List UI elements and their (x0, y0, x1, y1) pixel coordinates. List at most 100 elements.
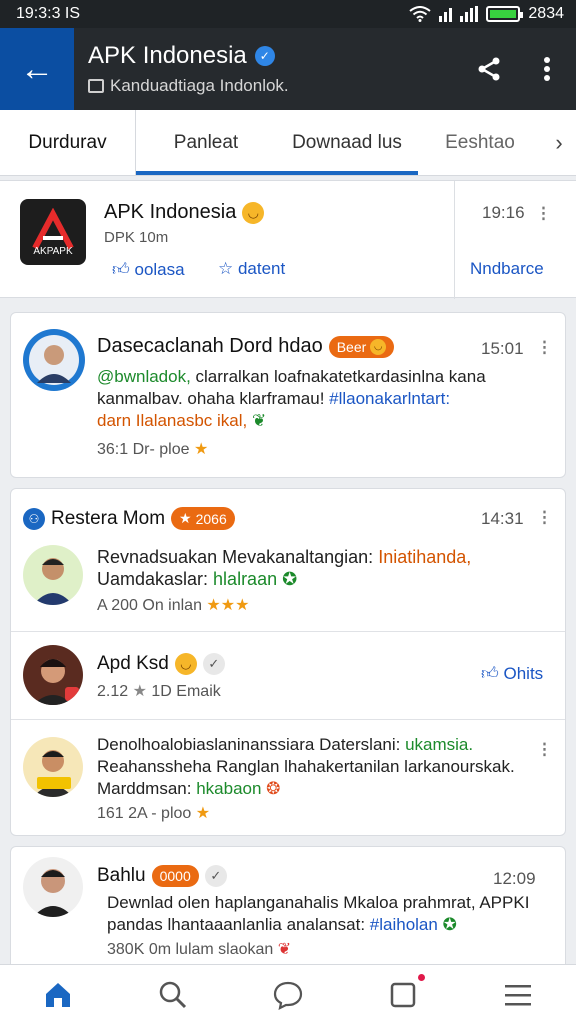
more-icon[interactable]: ⁝ (541, 739, 548, 761)
like-button[interactable]: 👍︎ Ohits (481, 663, 543, 684)
star-icon: ★ (193, 441, 209, 458)
card-divider (454, 181, 455, 299)
avatar[interactable] (23, 329, 85, 391)
page-subtitle: Kanduadtiaga Indonlok. (110, 76, 289, 95)
emoji-icon: ◡ (370, 338, 387, 355)
post-meta: 2.12 (97, 683, 129, 700)
status-time: 19:3:3 IS (16, 5, 81, 22)
group-icon (88, 79, 104, 93)
highlight-text: Iniatihanda, (378, 547, 472, 567)
tab-2[interactable]: Panleat (136, 110, 276, 175)
bottom-nav (0, 964, 576, 1024)
nav-menu[interactable] (488, 970, 548, 1020)
tab-3[interactable]: Downaad lus (276, 110, 418, 175)
signal-icon (439, 6, 453, 22)
nav-home[interactable] (28, 970, 88, 1020)
post-text: pandas lhantaaanlanlia analansat: (107, 915, 370, 934)
post-text: kanmalbav. ohaha klarframau! (97, 389, 330, 408)
post-meta: 161 2A - ploo (97, 805, 192, 822)
smile-emoji-icon: ◡ (242, 201, 265, 224)
avatar[interactable] (23, 737, 83, 797)
more-icon[interactable]: ⁝ (541, 337, 548, 359)
more-icon[interactable]: ⁝ (541, 507, 548, 529)
app-card-time: 19:16 (482, 203, 525, 222)
more-vert-icon (544, 57, 550, 81)
hashtag-link[interactable]: #llaonakarlntart: (329, 389, 450, 408)
star-outline-icon: ☆ (218, 259, 238, 278)
fire-icon: ❂ (266, 779, 281, 798)
post-text: Revnadsuakan Mevakanaltangian: (97, 547, 379, 567)
hashtag-link[interactable]: #laiholan (370, 915, 438, 934)
post-card-2[interactable]: Bahlu 0000 ✓ 12:09 Dewnlad olen haplangana… (10, 846, 566, 964)
share-button[interactable] (460, 28, 518, 110)
rate-button[interactable]: ☆ datent (218, 259, 285, 279)
divider (11, 631, 565, 632)
post-text: Dewnlad olen haplanganahalis Mkaloa prah… (107, 893, 530, 912)
app-card[interactable]: AKPAPK APK Indonesia ◡ DPK 10m 👍︎ oolasa … (0, 180, 576, 299)
highlight-text[interactable]: hlalraan (213, 569, 277, 589)
post-text: Reahanssheha Ranglan lhahakertanilan lar… (97, 757, 515, 776)
tabs-next-button[interactable]: › (542, 110, 576, 175)
star-icon: ★ (195, 805, 211, 822)
square-icon (390, 982, 416, 1007)
post-meta-2: 1D Emaik (151, 683, 221, 700)
tab-4[interactable]: Eeshtao (418, 110, 542, 175)
post-text: clarralkan loafnakatetkardasinlna kana (195, 367, 486, 386)
post-meta: 380K 0m lulam slaokan (107, 941, 274, 958)
verified-icon: ✓ (202, 653, 225, 675)
highlight-text[interactable]: hkabaon (196, 779, 261, 798)
more-options-button[interactable] (518, 28, 576, 110)
battery-icon (486, 6, 524, 22)
nav-search[interactable] (143, 970, 203, 1020)
svg-text:AKPAPK: AKPAPK (33, 246, 73, 256)
post-text: Uamdakaslar: (97, 569, 214, 589)
member-badge: ★ 2066 (171, 507, 235, 530)
notification-dot (418, 973, 426, 981)
download-button[interactable]: Nndbarce (470, 259, 544, 279)
nav-messages[interactable] (258, 970, 318, 1020)
divider (11, 719, 565, 720)
search-icon (159, 981, 186, 1008)
post-author[interactable]: Bahlu (97, 865, 146, 887)
tab-bar: Durdurav Panleat Downaad lus Eeshtao › (0, 110, 576, 176)
avatar[interactable] (23, 645, 83, 705)
post-author[interactable]: Apd Ksd (97, 653, 169, 675)
app-meta: DPK 10m (104, 229, 169, 246)
arrow-left-icon: ← (20, 49, 54, 88)
tab-1[interactable]: Durdurav (0, 110, 136, 175)
signal-icon-2 (460, 6, 479, 22)
verified-icon: ✓ (204, 865, 227, 887)
post-meta: 36:1 Dr- ploe (97, 441, 190, 458)
avatar[interactable] (23, 545, 83, 605)
wifi-icon (409, 6, 432, 22)
share-icon (478, 57, 500, 81)
group-title[interactable]: Restera Mom (51, 508, 165, 530)
more-icon[interactable]: ⁝ (540, 203, 547, 225)
highlight-text[interactable]: ukamsia. (405, 735, 473, 754)
like-button[interactable]: 👍︎ oolasa (112, 259, 185, 280)
star-icon: ★ (132, 683, 147, 700)
badge-icon: ✪ (282, 569, 298, 589)
post-text: Denolhoalobiaslaninanssiara Daterslani: (97, 735, 406, 754)
menu-icon (505, 984, 532, 1005)
leaf-icon: ❦ (252, 411, 267, 430)
post-meta: A 200 On inlan (97, 597, 202, 614)
post-text: Marddmsan: (97, 779, 197, 798)
app-name: APK Indonesia (104, 201, 237, 223)
star-icon: ★ (179, 510, 192, 526)
avatar[interactable] (23, 857, 83, 917)
group-icon: ⚇ (23, 507, 45, 530)
verified-icon: ✓ (254, 46, 275, 66)
back-button[interactable]: ← (0, 28, 74, 110)
nav-notifications[interactable] (373, 970, 433, 1020)
post-card-1[interactable]: Dasecaclanah Dord hdao Beer ◡ 15:01 ⁝ @bwn… (10, 312, 566, 478)
thumbs-up-icon: 👍︎ (112, 260, 135, 279)
mention-link[interactable]: @bwnladok, (97, 367, 196, 386)
rating-stars-icon: ★★★ (206, 597, 250, 614)
home-icon (45, 982, 70, 1007)
status-bar: 19:3:3 IS 2834 (0, 0, 576, 28)
post-author[interactable]: Dasecaclanah Dord hdao (97, 335, 323, 358)
app-bar: ← APK Indonesia ✓ Kanduadtiaga Indonlok. (0, 28, 576, 110)
post-text: darn Ilalanasbc ikal, (97, 411, 248, 430)
badge-icon: ✪ (442, 915, 457, 934)
